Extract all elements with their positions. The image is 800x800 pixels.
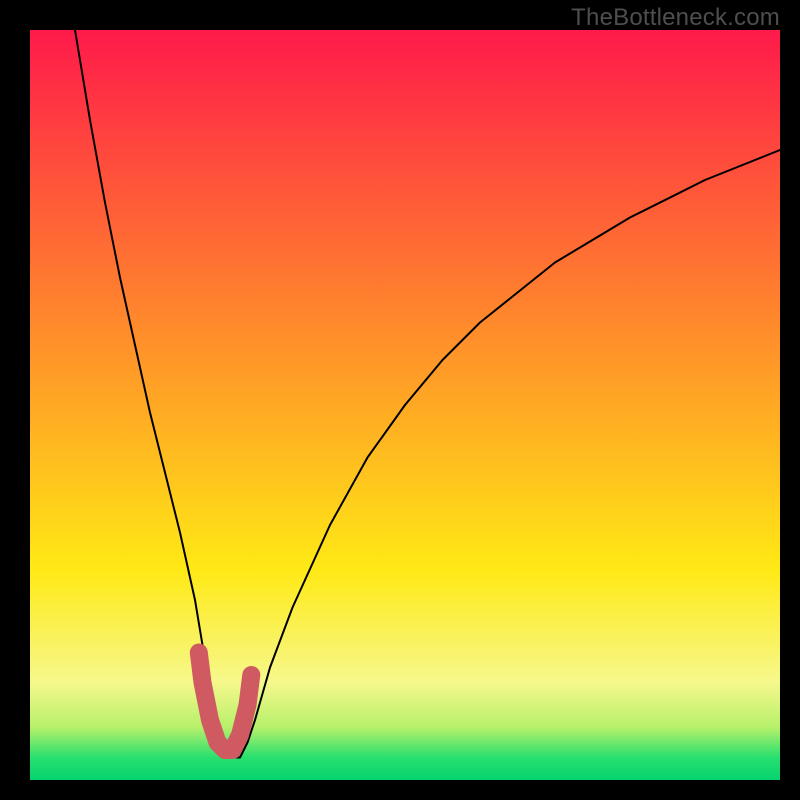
bottleneck-chart bbox=[0, 0, 800, 800]
watermark-label: TheBottleneck.com bbox=[571, 4, 780, 32]
chart-frame: TheBottleneck.com bbox=[0, 0, 800, 800]
